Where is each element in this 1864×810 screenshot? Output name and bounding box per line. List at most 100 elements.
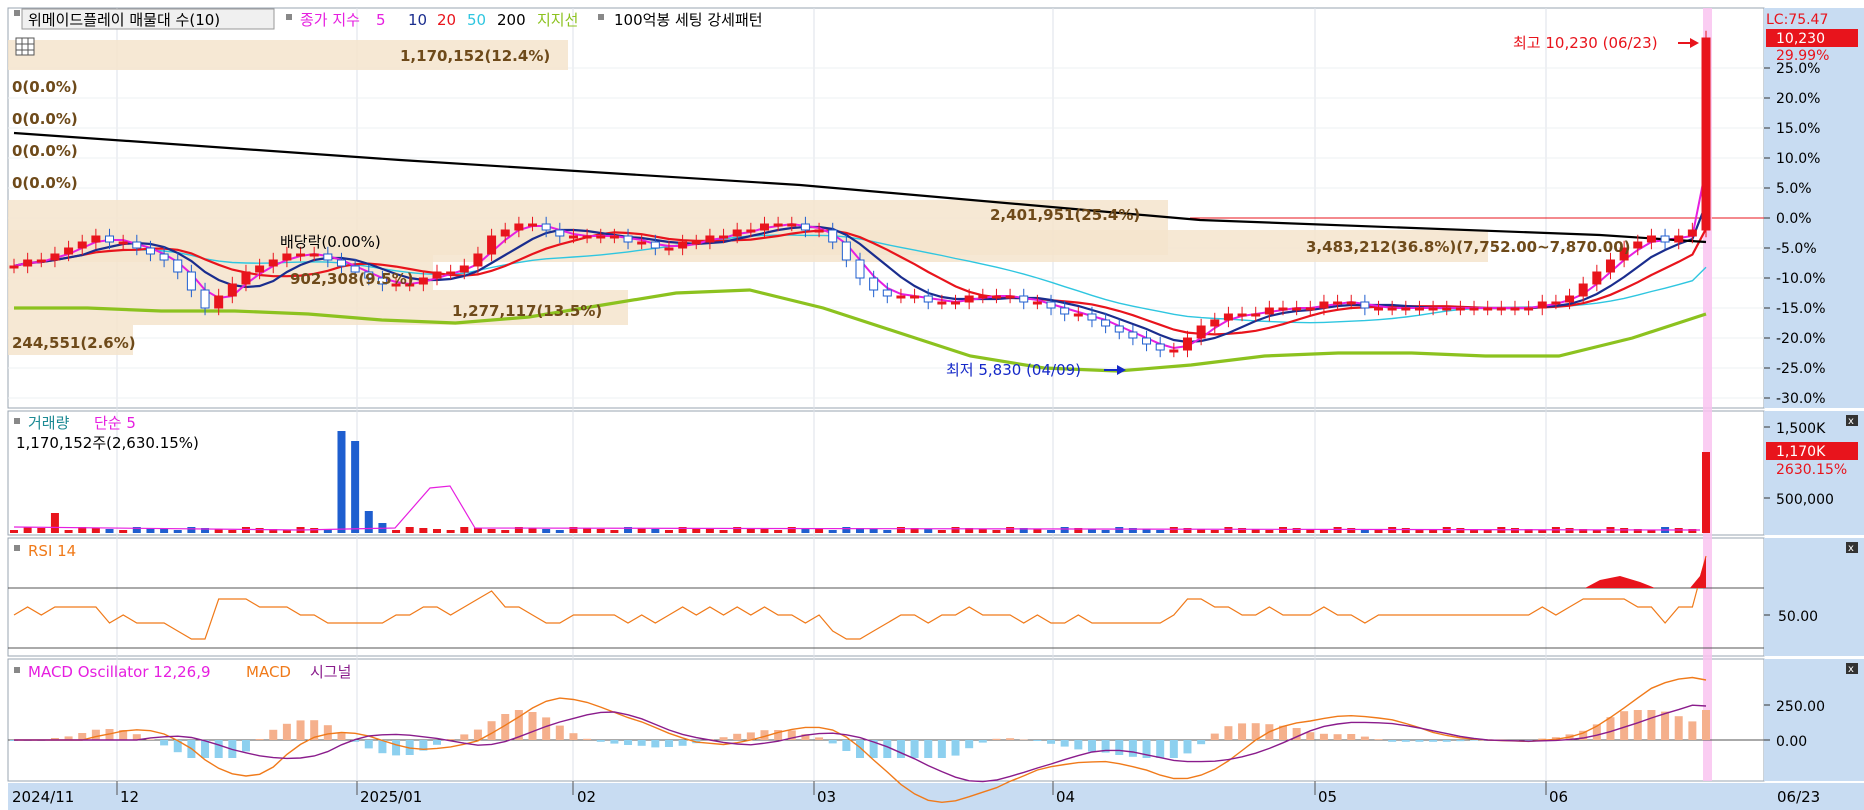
- price-tick-label-8: -15.0%: [1776, 301, 1826, 317]
- candle-body-15: [214, 295, 224, 309]
- volume-bar-71: [978, 529, 987, 533]
- macd-histogram-bar-102: [1401, 740, 1410, 742]
- candle-body-61: [841, 241, 851, 261]
- macd-histogram-bar-99: [1360, 736, 1369, 740]
- candle-body-47: [650, 241, 660, 249]
- ma200-label: 200: [497, 11, 526, 29]
- volume-bar-68: [937, 530, 946, 533]
- profile-label-3: 0(0.0%): [12, 110, 78, 128]
- dividend-label: 배당락(0.00%): [280, 233, 381, 251]
- volume-bar-69: [951, 527, 960, 533]
- macd-title: MACD Oscillator 12,26,9: [28, 663, 211, 681]
- volume-ma-label: 단순 5: [94, 414, 136, 432]
- candle-body-116: [1592, 271, 1602, 285]
- macd-histogram-bar-123: [1688, 721, 1697, 740]
- volume-bar-34: [473, 528, 482, 533]
- macd-histogram-bar-82: [1128, 740, 1137, 757]
- high-label: 최고 10,230 (06/23): [1513, 34, 1658, 52]
- macd-histogram-bar-95: [1306, 732, 1315, 740]
- candle-body-52: [719, 235, 729, 239]
- candle-body-60: [828, 229, 838, 243]
- macd-histogram-bar-40: [555, 725, 564, 740]
- macd-histogram-bar-72: [992, 738, 1001, 740]
- svg-text:x: x: [1848, 416, 1854, 427]
- macd-histogram-bar-46: [637, 740, 646, 746]
- macd-histogram-bar-100: [1374, 739, 1383, 740]
- table-icon[interactable]: [15, 37, 35, 56]
- candle-body-87: [1196, 325, 1206, 339]
- macd-histogram-bar-91: [1251, 723, 1260, 740]
- macd-histogram-bar-88: [1210, 733, 1219, 740]
- volume-bar-40: [555, 530, 564, 533]
- candle-body-91: [1251, 313, 1261, 317]
- candle-body-108: [1483, 307, 1493, 311]
- date-label-8: 06: [1549, 788, 1568, 806]
- candle-body-65: [896, 295, 906, 299]
- candle-body-97: [1333, 301, 1343, 305]
- volume-bar-104: [1429, 530, 1438, 533]
- rsi-title: RSI 14: [28, 542, 76, 560]
- volume-bar-47: [651, 529, 660, 533]
- rsi-panel[interactable]: [7, 537, 1765, 657]
- macd-histogram-bar-124: [1702, 710, 1710, 740]
- candle-body-14: [200, 289, 210, 309]
- macd-histogram-bar-107: [1470, 740, 1479, 741]
- candle-body-95: [1305, 307, 1315, 311]
- volume-bar-11: [160, 529, 169, 533]
- volume-bar-4: [64, 530, 73, 533]
- candle-body-6: [91, 235, 101, 243]
- pattern-label: 100억봉 세팅 강세패턴: [614, 11, 763, 29]
- candle-body-1: [23, 259, 33, 267]
- stock-label[interactable]: 위메이드플레이 매물대 수(10): [28, 11, 220, 29]
- candle-body-124: [1701, 37, 1711, 231]
- macd-histogram-bar-66: [910, 740, 919, 758]
- price-tick-label-4: 5.0%: [1776, 181, 1812, 197]
- candle-body-122: [1674, 235, 1684, 243]
- candle-body-24: [336, 259, 346, 267]
- volume-bar-51: [705, 529, 714, 533]
- macd-histogram-bar-120: [1647, 710, 1656, 740]
- ma50-label: 50: [467, 11, 486, 29]
- candle-body-49: [678, 241, 688, 249]
- macd-histogram-bar-18: [255, 739, 264, 740]
- candle-body-112: [1537, 301, 1547, 309]
- rsi-close-icon[interactable]: x: [1846, 542, 1858, 554]
- volume-panel[interactable]: [7, 410, 1765, 536]
- macd-close-icon[interactable]: x: [1846, 663, 1858, 675]
- candle-body-17: [241, 271, 251, 285]
- volume-bar-43: [596, 529, 605, 533]
- volume-close-icon[interactable]: x: [1846, 415, 1858, 427]
- volume-bar-59: [815, 529, 824, 533]
- candle-body-79: [1087, 313, 1097, 321]
- volume-bar-102: [1401, 528, 1410, 533]
- date-label-3: 2025/01: [360, 788, 422, 806]
- volume-bar-72: [992, 530, 1001, 533]
- candle-body-80: [1101, 319, 1111, 327]
- candle-body-22: [309, 253, 319, 257]
- price-tick-label-7: -10.0%: [1776, 271, 1826, 287]
- macd-histogram-bar-64: [883, 740, 892, 758]
- candle-body-30: [418, 277, 428, 285]
- candle-body-46: [637, 241, 647, 245]
- candle-body-75: [1032, 301, 1042, 305]
- macd-histogram-bar-19: [269, 729, 278, 740]
- candle-body-109: [1496, 307, 1506, 311]
- candle-body-120: [1646, 235, 1656, 243]
- candle-body-3: [50, 253, 60, 261]
- volume-bar-93: [1279, 527, 1287, 533]
- macd-histogram-bar-78: [1074, 740, 1083, 750]
- macd-histogram-bar-44: [610, 740, 619, 744]
- lc-label: LC:75.47: [1766, 12, 1828, 28]
- volume-bar-56: [774, 530, 783, 533]
- candle-body-81: [1114, 325, 1124, 333]
- volume-bar-84: [1156, 530, 1165, 533]
- candle-body-51: [705, 235, 715, 243]
- macd-histogram-bar-41: [569, 733, 578, 740]
- macd-histogram-bar-81: [1115, 740, 1124, 755]
- candle-body-90: [1237, 313, 1247, 317]
- profile-label-2: 0(0.0%): [12, 78, 78, 96]
- candle-body-92: [1264, 307, 1274, 315]
- volume-bar-18: [255, 528, 264, 533]
- macd-histogram-bar-85: [1169, 740, 1178, 758]
- macd-histogram-bar-28: [392, 740, 401, 756]
